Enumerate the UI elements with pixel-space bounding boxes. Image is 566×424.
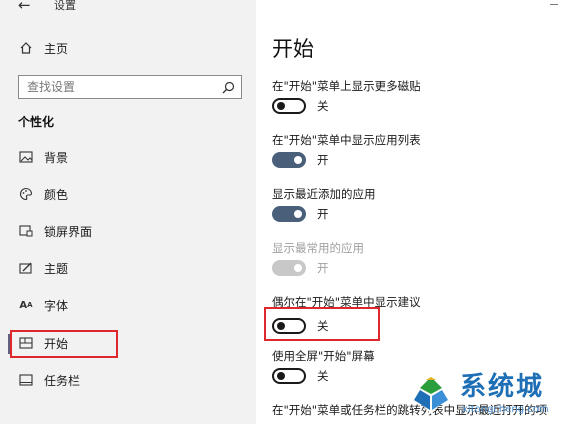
search-icon[interactable] xyxy=(222,81,235,94)
toggle-state: 关 xyxy=(317,99,329,113)
toggle-switch[interactable] xyxy=(272,98,306,114)
minimize-icon[interactable] xyxy=(550,4,558,5)
watermark-logo-icon xyxy=(411,374,451,414)
watermark-url: xitongcheng.com xyxy=(462,404,549,415)
image-icon xyxy=(18,149,34,165)
lock-screen-icon xyxy=(18,223,34,239)
toggle-state: 开 xyxy=(317,207,329,221)
sidebar-item-label: 锁屏界面 xyxy=(44,225,93,239)
setting-more-tiles: 在"开始"菜单上显示更多磁贴 关 xyxy=(272,79,562,118)
setting-label: 在"开始"菜单上显示更多磁贴 xyxy=(272,79,421,93)
sidebar-item-label: 主页 xyxy=(44,42,69,56)
toggle-state: 关 xyxy=(317,369,329,383)
toggle-switch xyxy=(272,260,306,276)
section-heading: 个性化 xyxy=(18,115,55,129)
sidebar-item-colors[interactable]: 颜色 xyxy=(10,183,250,207)
window-title: 设置 xyxy=(54,0,76,12)
sidebar-item-background[interactable]: 背景 xyxy=(10,146,250,170)
search-input[interactable]: 查找设置 xyxy=(18,75,242,99)
setting-label: 在"开始"菜单中显示应用列表 xyxy=(272,133,421,147)
sidebar-item-taskbar[interactable]: 任务栏 xyxy=(10,369,250,393)
sidebar-item-label: 背景 xyxy=(44,151,69,165)
sidebar-item-label: 字体 xyxy=(44,299,69,313)
sidebar: ← 设置 主页 查找设置 个性化 背景 颜色 锁屏界面 主题 A A 字体 开始… xyxy=(0,0,256,424)
toggle-switch[interactable] xyxy=(272,206,306,222)
setting-app-list: 在"开始"菜单中显示应用列表 开 xyxy=(272,133,562,172)
font-icon: AA xyxy=(19,299,33,311)
sidebar-item-fonts[interactable]: AA 字体 xyxy=(10,294,250,318)
sidebar-item-label: 颜色 xyxy=(44,188,69,202)
highlight-box-start xyxy=(10,330,118,358)
home-icon xyxy=(18,40,34,56)
taskbar-icon xyxy=(18,372,34,388)
setting-label: 使用全屏"开始"屏幕 xyxy=(272,349,375,363)
setting-most-used: 显示最常用的应用 开 xyxy=(272,241,562,280)
sidebar-item-label: 任务栏 xyxy=(44,374,81,388)
setting-label: 显示最常用的应用 xyxy=(272,241,364,255)
toggle-state: 开 xyxy=(317,261,329,275)
setting-label: 显示最近添加的应用 xyxy=(272,187,376,201)
search-placeholder: 查找设置 xyxy=(27,80,76,94)
back-arrow-icon[interactable]: ← xyxy=(18,0,31,13)
title-bar: ← 设置 xyxy=(0,0,256,18)
sidebar-item-themes[interactable]: 主题 xyxy=(10,257,250,281)
toggle-switch[interactable] xyxy=(272,368,306,384)
sidebar-item-label: 主题 xyxy=(44,262,69,276)
sidebar-item-lock-screen[interactable]: 锁屏界面 xyxy=(10,220,250,244)
main-content: 开始 在"开始"菜单上显示更多磁贴 关 在"开始"菜单中显示应用列表 开 显示最… xyxy=(256,0,566,424)
toggle-state: 开 xyxy=(317,153,329,167)
theme-icon xyxy=(18,260,34,276)
watermark: 系统城 xitongcheng.com xyxy=(396,366,566,424)
page-title: 开始 xyxy=(272,37,314,61)
setting-recently-added: 显示最近添加的应用 开 xyxy=(272,187,562,226)
toggle-switch[interactable] xyxy=(272,152,306,168)
sidebar-item-home[interactable]: 主页 xyxy=(10,37,250,61)
watermark-text: 系统城 xyxy=(460,372,545,402)
highlight-box-suggestions xyxy=(264,307,380,341)
palette-icon xyxy=(18,186,34,202)
